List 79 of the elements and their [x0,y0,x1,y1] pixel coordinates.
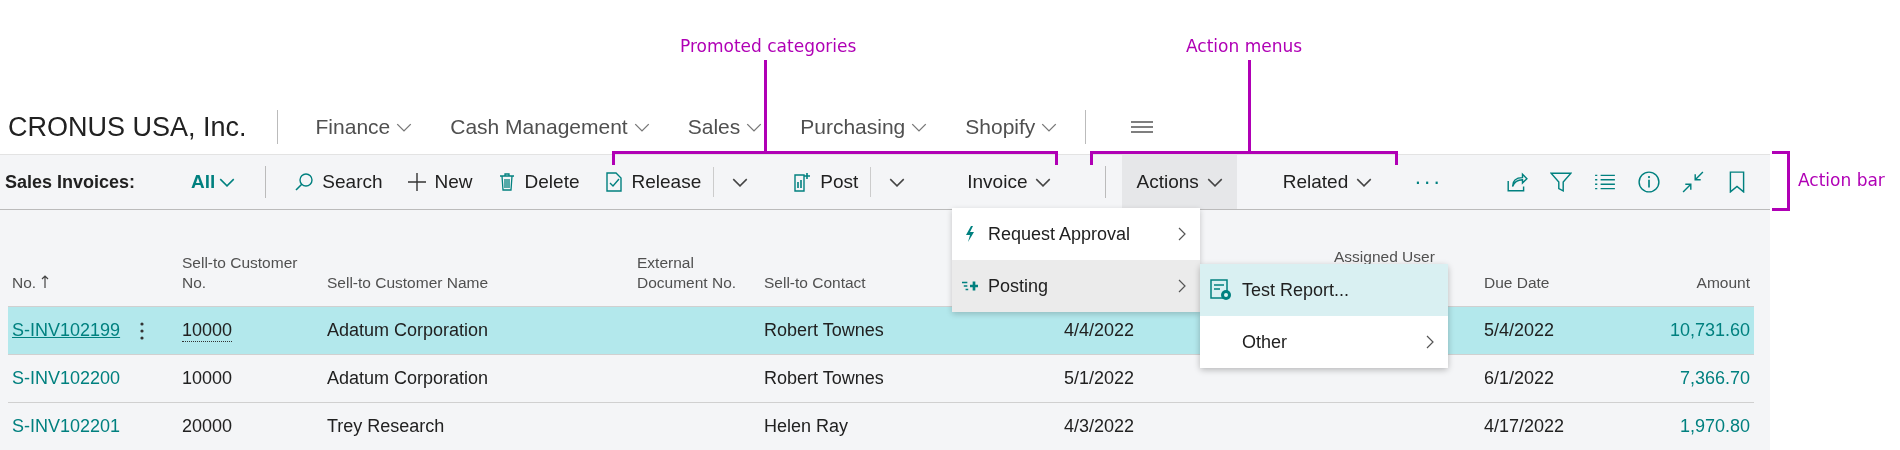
action-button[interactable]: New [394,163,485,201]
chevron-down-icon [396,122,413,132]
action-menu[interactable]: Invoice [953,155,1066,209]
chevron-down-icon [1041,122,1058,132]
nav-menu[interactable]: Sales [673,111,777,143]
column-header[interactable]: No. [12,272,37,292]
table-cell: 10000 [182,368,233,389]
table-cell: Helen Ray [764,416,849,437]
info-icon[interactable] [1638,171,1660,193]
table-cell: 10000 [182,319,233,342]
more-button[interactable]: ··· [1402,165,1455,199]
chevron-down-icon [633,122,650,132]
table-cell: 1,970.80 [1679,416,1750,437]
table-cell: 7,366.70 [1679,368,1750,389]
search-icon [294,172,315,192]
annotation-label: Action bar [1798,170,1885,190]
column-header[interactable]: Assigned User [1334,246,1435,266]
menu-item[interactable]: Other [1200,316,1448,368]
menu-item[interactable]: Request Approval [952,208,1200,260]
chevron-down-icon [219,177,236,187]
table-cell: 4/17/2022 [1484,416,1565,437]
table-cell: Adatum Corporation [327,320,489,341]
table-cell: 6/1/2022 [1484,368,1555,389]
column-header[interactable]: Sell-to Customer Name [327,272,489,292]
column-header[interactable]: Due Date [1484,272,1550,292]
table-cell: Trey Research [327,416,445,437]
table-cell: Robert Townes [764,320,884,341]
company-name[interactable]: CRONUS USA, Inc. [8,111,247,143]
table-cell: 20000 [182,416,233,437]
table-row[interactable]: S-INV102201 20000 Trey Research Helen Ray 4/3/2022 4/17/2022 1,970.80 [8,402,1754,450]
nav-menu[interactable]: Cash Management [436,111,664,143]
table-cell: Adatum Corporation [327,368,489,389]
view-dropdown[interactable]: All [185,167,242,197]
page-title: Sales Invoices: [5,171,136,193]
invoice-link[interactable]: S-INV102200 [12,368,121,389]
chevron-down-icon [732,177,749,187]
action-button[interactable]: Release [591,163,714,201]
menu-icon[interactable] [1130,121,1155,133]
action-button[interactable]: Post [780,163,871,201]
action-button[interactable]: Delete [484,163,592,201]
action-menu[interactable]: Actions [1122,155,1237,209]
invoice-link[interactable]: S-INV102201 [12,416,121,437]
sort-arrow-icon [41,275,50,289]
nav-menu[interactable]: Purchasing [786,111,942,143]
annotation-label: Action menus [1186,36,1303,56]
nav-menu[interactable]: Finance [301,111,427,143]
document-plus-icon [792,172,813,192]
plus-icon [406,172,427,192]
table-cell: 10,731.60 [1669,320,1750,341]
share-icon[interactable] [1506,171,1528,193]
chevron-down-icon [1356,177,1373,187]
table-cell: Robert Townes [764,368,884,389]
document-check-icon [603,172,624,192]
menu-item[interactable]: Posting [952,260,1200,312]
table-cell: 4/4/2022 [1064,320,1135,341]
table-cell: 4/3/2022 [1064,416,1135,437]
column-header[interactable]: Sell-to Contact [764,272,866,292]
table-cell: 5/1/2022 [1064,368,1135,389]
column-header[interactable]: Amount [1696,272,1750,292]
menu-item[interactable]: Test Report... [1200,264,1448,316]
filter-icon[interactable] [1550,171,1572,193]
chevron-down-icon [911,122,928,132]
chevron-right-icon [1178,227,1186,241]
column-header[interactable]: Sell-to Customer No. [182,253,302,292]
action-button[interactable]: Search [282,163,395,201]
chevron-right-icon [1178,279,1186,293]
row-menu-icon[interactable] [140,321,145,340]
chevron-down-icon [889,177,906,187]
chevron-down-icon [746,122,763,132]
invoice-link[interactable]: S-INV102199 [12,320,121,341]
collapse-icon[interactable] [1682,171,1704,193]
table-cell: 5/4/2022 [1484,320,1555,341]
annotation-label: Promoted categories [680,36,857,56]
chevron-down-icon [1035,177,1052,187]
nav-menu[interactable]: Shopify [951,111,1072,143]
column-header[interactable]: External Document No. [637,253,756,292]
chevron-down-icon [1206,177,1223,187]
report-icon [1210,279,1232,301]
action-menu[interactable]: Related [1268,155,1387,209]
